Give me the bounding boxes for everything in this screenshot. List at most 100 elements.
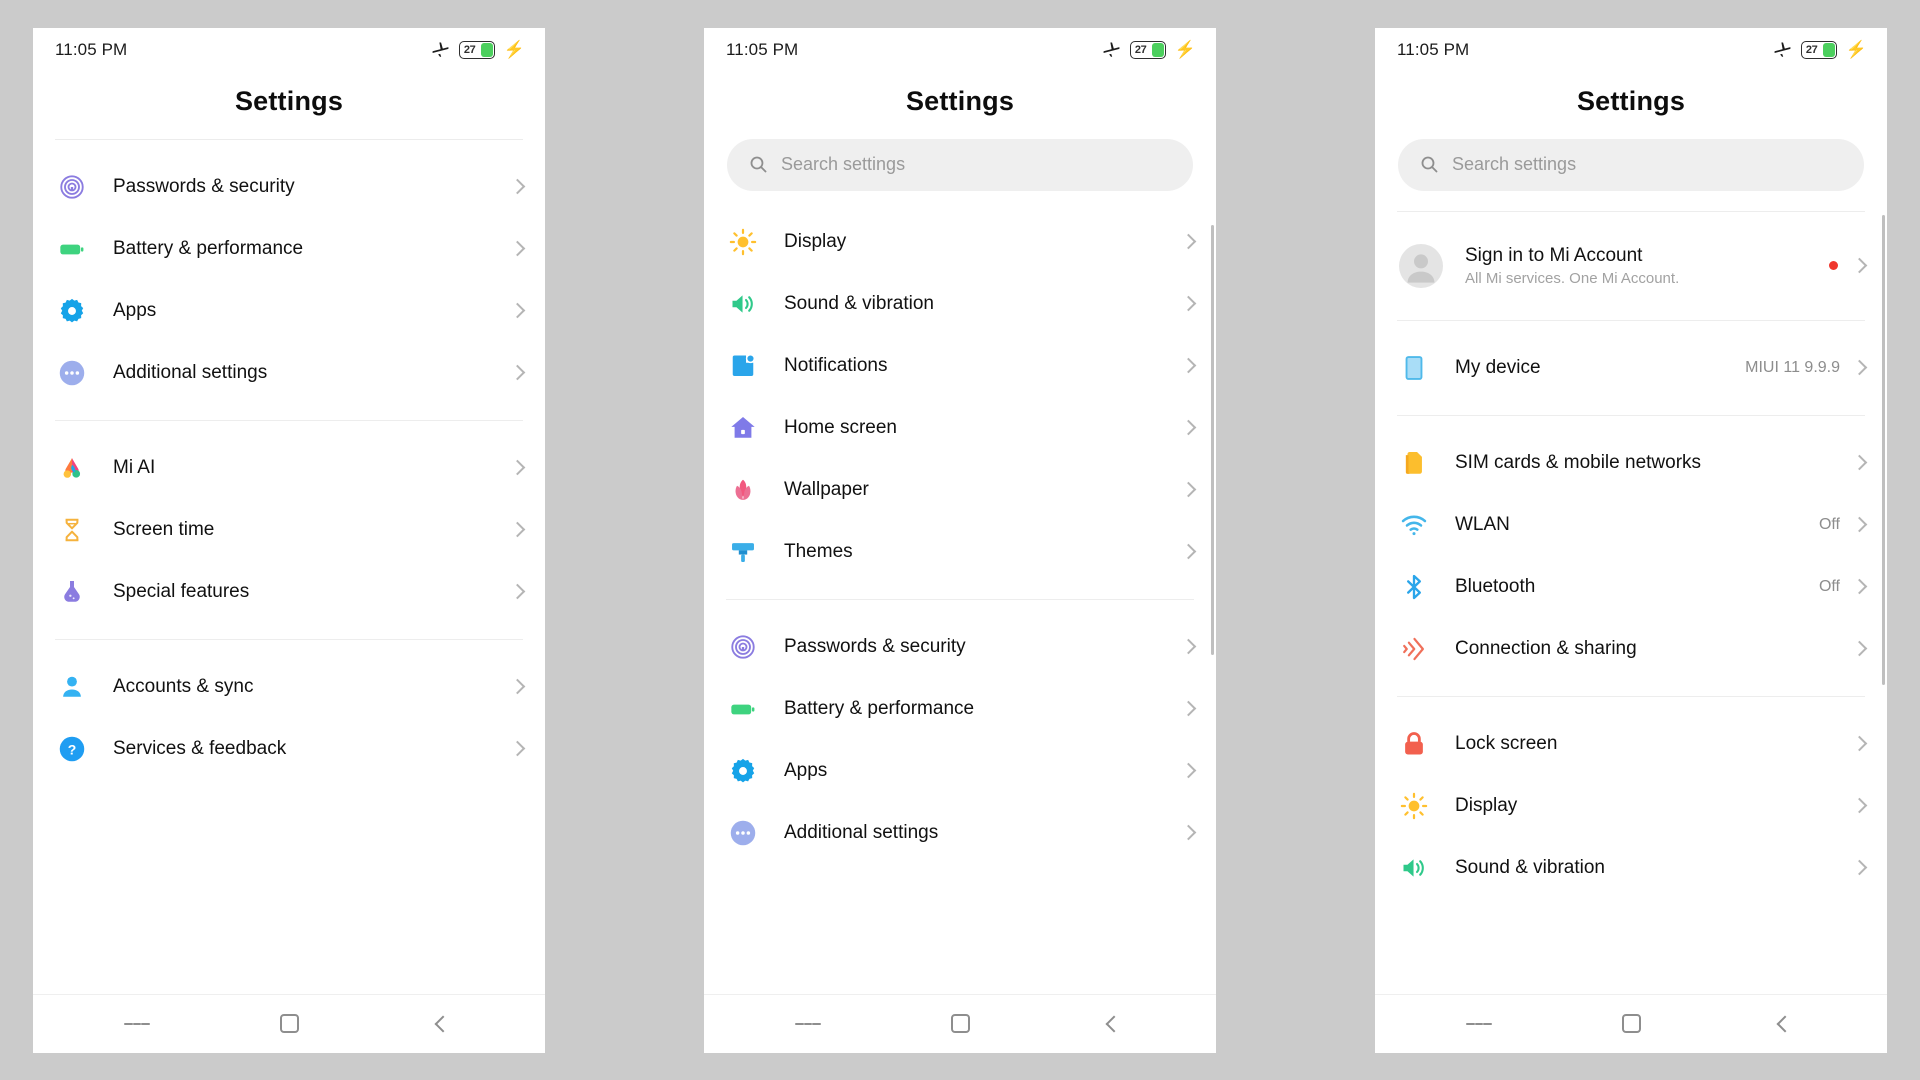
list-item[interactable]: Wallpaper bbox=[704, 459, 1216, 521]
group-divider bbox=[1397, 414, 1865, 416]
list-item[interactable]: Passwords & security bbox=[704, 616, 1216, 678]
menu-button[interactable] bbox=[795, 1011, 822, 1037]
list-item-label: Sound & vibration bbox=[1455, 856, 1605, 878]
list-item[interactable]: Bluetooth Off bbox=[1375, 556, 1887, 618]
list-item-label: Passwords & security bbox=[784, 635, 966, 657]
list-item[interactable]: Battery & performance bbox=[33, 218, 545, 280]
menu-button[interactable] bbox=[124, 1011, 151, 1037]
account-row[interactable]: Sign in to Mi Account All Mi services. On… bbox=[1375, 228, 1887, 304]
search-container: Search settings bbox=[704, 138, 1216, 195]
chevron-right-icon bbox=[1854, 358, 1865, 377]
list-item[interactable]: Notifications bbox=[704, 335, 1216, 397]
list-item[interactable]: Accounts & sync bbox=[33, 656, 545, 718]
airplane-mode-icon bbox=[1773, 40, 1792, 59]
battery-icon: 27 bbox=[1129, 40, 1166, 59]
chevron-right-icon bbox=[1854, 639, 1865, 658]
sun-icon bbox=[728, 227, 758, 257]
list-item[interactable]: Additional settings bbox=[33, 342, 545, 404]
settings-list[interactable]: Sign in to Mi Account All Mi services. On… bbox=[1375, 195, 1887, 994]
back-button[interactable] bbox=[1099, 1011, 1125, 1037]
home-button[interactable] bbox=[1618, 1011, 1644, 1037]
device-icon bbox=[1399, 353, 1429, 383]
scrollbar[interactable] bbox=[1882, 214, 1885, 685]
group-divider bbox=[55, 419, 523, 421]
back-button[interactable] bbox=[1770, 1011, 1796, 1037]
list-item[interactable]: Sound & vibration bbox=[704, 273, 1216, 335]
list-item[interactable]: Connection & sharing bbox=[1375, 618, 1887, 680]
list-item[interactable]: Sound & vibration bbox=[1375, 837, 1887, 899]
back-button[interactable] bbox=[428, 1011, 454, 1037]
home-square-icon bbox=[950, 1014, 970, 1033]
status-icons: 27 ⚡ bbox=[431, 40, 525, 59]
back-chevron-icon bbox=[433, 1015, 449, 1033]
list-item[interactable]: Battery & performance bbox=[704, 678, 1216, 740]
battery-icon: 27 bbox=[458, 40, 495, 59]
list-item-label: Passwords & security bbox=[113, 175, 295, 197]
battery-fill bbox=[1151, 42, 1164, 57]
list-item-label: Apps bbox=[784, 759, 828, 781]
list-item-label: WLAN bbox=[1455, 513, 1510, 535]
status-time: 11:05 PM bbox=[55, 39, 128, 59]
list-item[interactable]: Display bbox=[704, 211, 1216, 273]
settings-group: Passwords & security Battery & performanc… bbox=[33, 156, 545, 404]
chevron-right-icon bbox=[1854, 453, 1865, 472]
chevron-right-icon bbox=[1854, 515, 1865, 534]
group-divider bbox=[1397, 319, 1865, 321]
list-item[interactable]: Apps bbox=[33, 280, 545, 342]
search-placeholder: Search settings bbox=[1452, 154, 1577, 174]
charging-bolt-icon: ⚡ bbox=[1174, 40, 1196, 59]
status-icons: 27 ⚡ bbox=[1773, 40, 1867, 59]
list-item[interactable]: Screen time bbox=[33, 499, 545, 561]
list-item[interactable]: Themes bbox=[704, 521, 1216, 583]
settings-group: Accounts & sync ? Services & feedback bbox=[33, 656, 545, 780]
navigation-bar bbox=[1375, 993, 1887, 1053]
search-input[interactable]: Search settings bbox=[727, 138, 1193, 191]
list-item[interactable]: WLAN Off bbox=[1375, 494, 1887, 556]
scrollbar[interactable] bbox=[1211, 224, 1214, 655]
settings-list[interactable]: Passwords & security Battery & performanc… bbox=[33, 140, 545, 994]
chevron-right-icon bbox=[1854, 256, 1865, 275]
settings-list-inner: Sign in to Mi Account All Mi services. On… bbox=[1375, 210, 1887, 899]
connection-sharing-icon bbox=[1399, 634, 1429, 664]
phone-panel-1: 11:05 PM 27 ⚡ Settings Passwords & security… bbox=[33, 27, 545, 1053]
list-item[interactable]: Display bbox=[1375, 775, 1887, 837]
chevron-right-icon bbox=[1183, 356, 1194, 375]
list-item[interactable]: Home screen bbox=[704, 397, 1216, 459]
list-item[interactable]: ? Services & feedback bbox=[33, 718, 545, 780]
list-item[interactable]: Mi AI bbox=[33, 437, 545, 499]
home-button[interactable] bbox=[947, 1011, 973, 1037]
airplane-mode-icon bbox=[431, 40, 450, 59]
list-item-label: My device bbox=[1455, 356, 1541, 378]
list-item-label: Mi AI bbox=[113, 456, 156, 478]
charging-bolt-icon: ⚡ bbox=[503, 40, 525, 59]
avatar-icon bbox=[1399, 243, 1443, 288]
page-title: Settings bbox=[1576, 85, 1686, 116]
chevron-right-icon bbox=[1183, 232, 1194, 251]
home-button[interactable] bbox=[276, 1011, 302, 1037]
settings-list[interactable]: Display Sound & vibration Notifications Hom… bbox=[704, 195, 1216, 994]
more-dots-icon bbox=[728, 818, 758, 848]
menu-button[interactable] bbox=[1466, 1011, 1493, 1037]
screenshot-stage: 11:05 PM 27 ⚡ Settings Passwords & security… bbox=[0, 0, 1920, 1080]
list-item[interactable]: Additional settings bbox=[704, 802, 1216, 864]
group-divider bbox=[726, 598, 1194, 600]
list-item[interactable]: My device MIUI 11 9.9.9 bbox=[1375, 337, 1887, 399]
list-item-label: Accounts & sync bbox=[113, 675, 254, 697]
settings-list-inner: Display Sound & vibration Notifications Hom… bbox=[704, 195, 1216, 864]
battery-percent-label: 27 bbox=[1805, 43, 1818, 56]
list-item-label: Notifications bbox=[784, 354, 888, 376]
search-input[interactable]: Search settings bbox=[1398, 138, 1864, 191]
charging-bolt-icon: ⚡ bbox=[1845, 40, 1867, 59]
mi-ai-icon bbox=[57, 453, 87, 483]
search-icon bbox=[749, 155, 768, 174]
chevron-right-icon bbox=[1854, 734, 1865, 753]
list-item[interactable]: Special features bbox=[33, 561, 545, 623]
list-item[interactable]: SIM cards & mobile networks bbox=[1375, 432, 1887, 494]
bluetooth-icon bbox=[1399, 572, 1429, 602]
list-item-label: Wallpaper bbox=[784, 478, 869, 500]
list-item[interactable]: Passwords & security bbox=[33, 156, 545, 218]
list-item[interactable]: Lock screen bbox=[1375, 713, 1887, 775]
question-circle-icon: ? bbox=[57, 734, 87, 764]
list-item[interactable]: Apps bbox=[704, 740, 1216, 802]
